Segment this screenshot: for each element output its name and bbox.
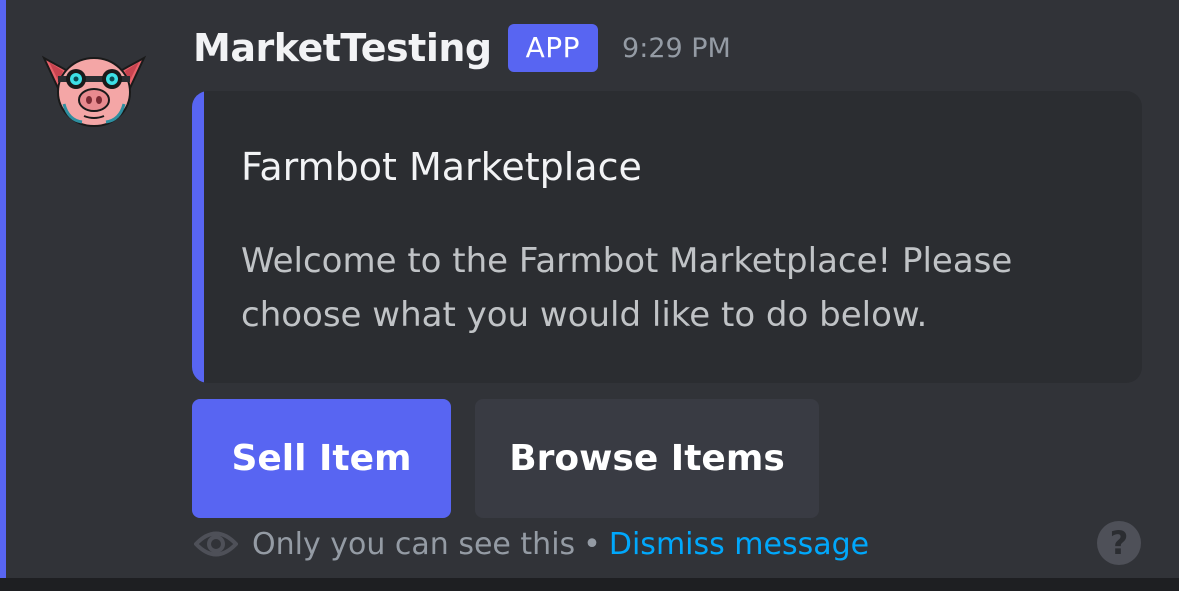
sell-item-button[interactable]: Sell Item — [192, 399, 451, 518]
embed-title: Farmbot Marketplace — [241, 145, 642, 189]
ephemeral-message: MarketTesting APP 9:29 PM Farmbot Market… — [0, 0, 1179, 578]
eye-icon — [194, 531, 238, 557]
app-badge: APP — [507, 24, 599, 72]
divider-strip — [0, 578, 1179, 591]
embed-description: Welcome to the Farmbot Marketplace! Plea… — [241, 241, 1013, 335]
dismiss-message-link[interactable]: Dismiss message — [609, 527, 869, 562]
embed-accent-bar — [192, 91, 204, 383]
pig-avatar-icon[interactable] — [38, 48, 150, 128]
help-icon[interactable]: ? — [1097, 521, 1141, 565]
embed-card: Farmbot Marketplace Welcome to the Farmb… — [192, 91, 1142, 383]
author-username[interactable]: MarketTesting — [193, 26, 492, 70]
ephemeral-notice: Only you can see this • Dismiss message — [194, 522, 869, 566]
browse-items-button[interactable]: Browse Items — [475, 399, 819, 518]
message-timestamp[interactable]: 9:29 PM — [622, 33, 731, 64]
discord-chat-view: MarketTesting APP 9:29 PM Farmbot Market… — [0, 0, 1179, 591]
ephemeral-notice-text: Only you can see this — [252, 526, 576, 562]
ephemeral-highlight-bar — [0, 0, 6, 578]
action-row: Sell Item Browse Items — [192, 399, 819, 518]
message-header: MarketTesting APP 9:29 PM — [193, 18, 731, 78]
notice-separator: • — [583, 526, 601, 562]
